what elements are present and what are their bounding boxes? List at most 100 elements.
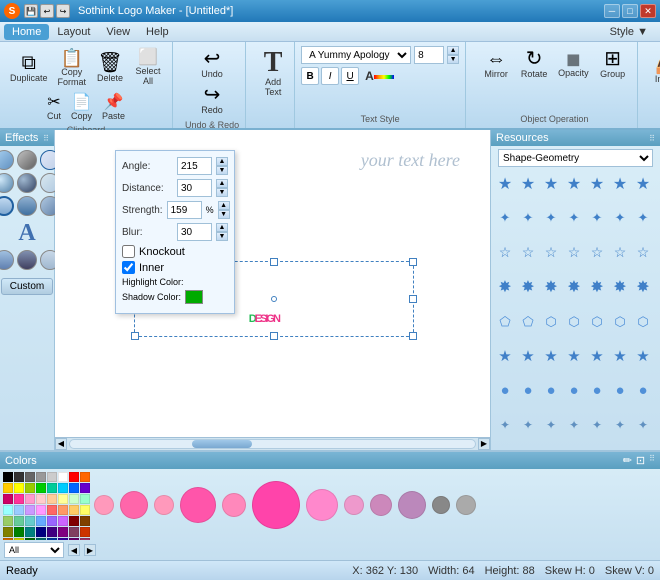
shape-item-25[interactable]: ✸ (564, 277, 584, 297)
palette-cell[interactable] (58, 494, 68, 504)
distance-up[interactable]: ▲ (216, 179, 228, 188)
palette-cell[interactable] (36, 527, 46, 537)
palette-cell[interactable] (47, 505, 57, 515)
shape-item-21[interactable]: ☆ (633, 243, 653, 263)
shape-item-48[interactable]: ● (610, 380, 630, 400)
italic-button[interactable]: I (321, 67, 339, 85)
group-button[interactable]: ⊞ Group (595, 46, 631, 82)
strength-input[interactable] (167, 201, 202, 219)
shape-item-27[interactable]: ✸ (610, 277, 630, 297)
palette-cell[interactable] (3, 494, 13, 504)
palette-cell[interactable] (36, 472, 46, 482)
select-all-button[interactable]: ⬜ SelectAll (130, 47, 166, 89)
shape-item-19[interactable]: ☆ (587, 243, 607, 263)
effect-circle-5[interactable] (17, 173, 37, 193)
shape-item-10[interactable]: ✦ (541, 208, 561, 228)
palette-cell[interactable] (36, 483, 46, 493)
colors-menu-icon[interactable]: ⊡ (636, 454, 645, 467)
shape-item-56[interactable]: ✦ (633, 415, 653, 435)
palette-cell[interactable] (25, 483, 35, 493)
menu-layout[interactable]: Layout (49, 24, 98, 40)
menu-home[interactable]: Home (4, 24, 49, 40)
quick-undo[interactable]: ↩ (40, 4, 54, 18)
shape-item-49[interactable]: ● (633, 380, 653, 400)
handle-rm[interactable] (409, 295, 417, 303)
menu-help[interactable]: Help (138, 24, 177, 40)
color-shape-4[interactable] (222, 493, 246, 517)
color-type-select[interactable]: All (4, 542, 64, 558)
shape-item-9[interactable]: ✦ (518, 208, 538, 228)
shape-item-54[interactable]: ✦ (587, 415, 607, 435)
style-dropdown[interactable]: Style ▼ (610, 26, 656, 38)
shape-item-46[interactable]: ● (564, 380, 584, 400)
palette-cell[interactable] (58, 516, 68, 526)
shape-item-12[interactable]: ✦ (587, 208, 607, 228)
palette-cell[interactable] (47, 494, 57, 504)
shape-item-29[interactable]: ⬠ (495, 312, 515, 332)
palette-cell[interactable] (58, 483, 68, 493)
copy-format-button[interactable]: 📋 CopyFormat (54, 46, 91, 90)
font-size-input[interactable] (414, 46, 444, 64)
shape-item-8[interactable]: ✦ (495, 208, 515, 228)
effect-circle-8[interactable] (17, 196, 37, 216)
colors-scroll-right[interactable]: ▶ (84, 544, 96, 556)
underline-button[interactable]: U (341, 67, 359, 85)
font-select[interactable]: A Yummy Apology (301, 46, 411, 64)
shape-item-50[interactable]: ✦ (495, 415, 515, 435)
shape-item-23[interactable]: ✸ (518, 277, 538, 297)
shape-item-6[interactable]: ★ (610, 174, 630, 194)
delete-button[interactable]: 🗑 Delete (92, 50, 128, 86)
font-size-down[interactable]: ▼ (447, 55, 459, 64)
color-shape-9[interactable] (398, 491, 426, 519)
palette-cell[interactable] (47, 472, 57, 482)
palette-cell[interactable] (58, 505, 68, 515)
hscroll-left[interactable]: ◀ (55, 438, 67, 450)
maximize-button[interactable]: □ (622, 4, 638, 18)
effect-circle-10[interactable] (0, 250, 14, 270)
palette-cell[interactable] (3, 505, 13, 515)
shape-item-28[interactable]: ✸ (633, 277, 653, 297)
shape-item-47[interactable]: ● (587, 380, 607, 400)
palette-cell[interactable] (80, 494, 90, 504)
inner-checkbox[interactable] (122, 261, 135, 274)
effect-circle-7[interactable] (0, 196, 14, 216)
import-button[interactable]: 📥 Import (650, 51, 660, 87)
shape-item-33[interactable]: ⬡ (587, 312, 607, 332)
shape-item-39[interactable]: ★ (564, 346, 584, 366)
shape-item-11[interactable]: ✦ (564, 208, 584, 228)
shape-item-45[interactable]: ● (541, 380, 561, 400)
palette-cell[interactable] (3, 527, 13, 537)
shape-item-18[interactable]: ☆ (564, 243, 584, 263)
palette-cell[interactable] (80, 527, 90, 537)
palette-cell[interactable] (58, 527, 68, 537)
palette-cell[interactable] (14, 472, 24, 482)
shape-item-55[interactable]: ✦ (610, 415, 630, 435)
strength-down[interactable]: ▼ (218, 210, 230, 219)
shape-item-52[interactable]: ✦ (541, 415, 561, 435)
hscroll-thumb[interactable] (192, 440, 252, 448)
palette-cell[interactable] (25, 505, 35, 515)
shape-item-42[interactable]: ★ (633, 346, 653, 366)
palette-cell[interactable] (80, 516, 90, 526)
shape-item-36[interactable]: ★ (495, 346, 515, 366)
angle-up[interactable]: ▲ (216, 157, 228, 166)
colors-edit-icon[interactable]: ✏ (623, 454, 632, 467)
shape-item-1[interactable]: ★ (495, 174, 515, 194)
bold-button[interactable]: B (301, 67, 319, 85)
custom-button[interactable]: Custom (1, 278, 53, 295)
palette-cell[interactable] (14, 483, 24, 493)
blur-down[interactable]: ▼ (216, 232, 228, 241)
palette-cell[interactable] (69, 516, 79, 526)
shape-item-26[interactable]: ✸ (587, 277, 607, 297)
distance-down[interactable]: ▼ (216, 188, 228, 197)
effect-letter-a[interactable]: A (5, 219, 49, 247)
cut-button[interactable]: ✂ Cut (43, 93, 65, 123)
paste-button[interactable]: 📌 Paste (98, 93, 129, 123)
shape-item-43[interactable]: ● (495, 380, 515, 400)
shape-item-16[interactable]: ☆ (518, 243, 538, 263)
shape-item-34[interactable]: ⬡ (610, 312, 630, 332)
copy-button[interactable]: 📄 Copy (67, 93, 96, 123)
effect-circle-4[interactable] (0, 173, 14, 193)
angle-input[interactable] (177, 157, 212, 175)
shape-item-35[interactable]: ⬡ (633, 312, 653, 332)
